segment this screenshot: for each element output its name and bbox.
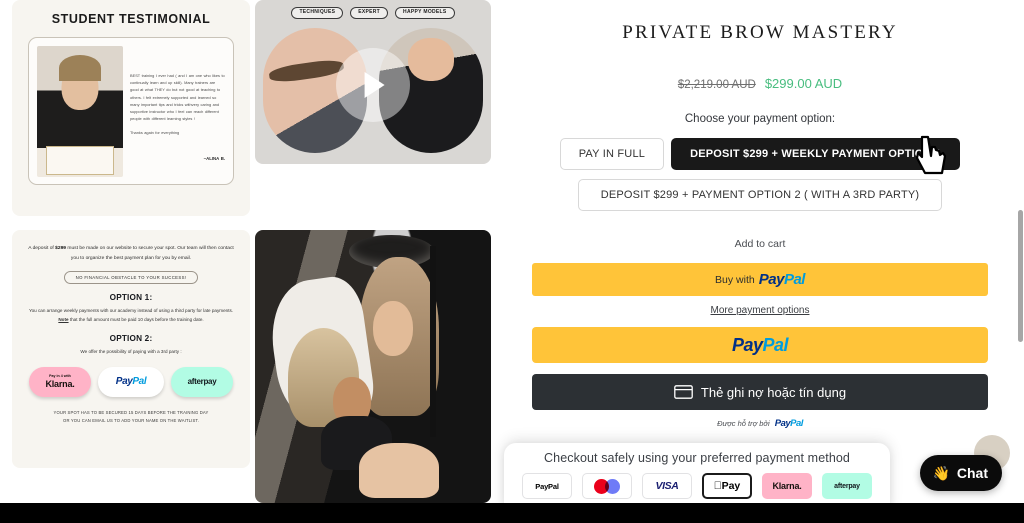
deposit-info-card: A deposit of $299 must be made on our we…	[12, 230, 250, 468]
price-row: $2,219.00 AUD $299.00 AUD	[496, 76, 1024, 91]
paypal-checkout-button[interactable]: PayPal	[532, 327, 988, 363]
apple-pay-payment-icon: Pay	[702, 473, 752, 499]
page-root: STUDENT TESTIMONIAL BEST training I ever…	[0, 0, 1024, 523]
video-thumbnail-card[interactable]: TECHNIQUES EXPERT HAPPY MODELS	[255, 0, 491, 164]
paypal-pay-text: Pay	[115, 376, 133, 388]
deposit-footer: YOUR SPOT HAS TO BE SECURED 15 DAYS BEFO…	[26, 409, 236, 426]
payment-option-label: Choose your payment option:	[684, 113, 836, 125]
deposit-footer-line-1: YOUR SPOT HAS TO BE SECURED 15 DAYS BEFO…	[53, 409, 209, 415]
mastercard-icon	[594, 478, 620, 494]
klarna-icon-wordmark: Klarna.	[772, 481, 802, 491]
option2-title: OPTION 2:	[109, 334, 153, 344]
option1-body-b: that the full amount must be paid 10 day…	[68, 317, 204, 323]
certificate-frame	[45, 146, 115, 175]
klarna-wordmark: Klarna.	[45, 379, 75, 390]
option1-body: You can arrange weekly payments with our…	[26, 307, 236, 325]
visa-payment-icon: VISA	[642, 473, 692, 499]
debit-credit-card-button[interactable]: Thẻ ghi nợ hoặc tín dụng	[532, 374, 988, 410]
buy-with-paypal-button[interactable]: Buy with PayPal	[532, 263, 988, 296]
paypal-logo: PayPal	[98, 366, 164, 397]
page-title: PRIVATE BROW MASTERY	[622, 22, 898, 43]
paypal-logo-large: PayPal	[731, 334, 789, 356]
waving-hand-icon: 👋	[932, 465, 950, 481]
apple-pay-icon-wordmark: Pay	[714, 480, 741, 492]
testimonial-thanks: Thanks again for everything	[130, 130, 180, 136]
apple-pay-label: Pay	[717, 480, 741, 492]
paypal-pal-text-small: Pal	[790, 418, 803, 429]
afterpay-logo: afterpay	[171, 366, 233, 397]
paypal-wordmark: PayPal	[115, 376, 147, 388]
trainer-face	[373, 300, 414, 356]
video-tag-list: TECHNIQUES EXPERT HAPPY MODELS	[255, 7, 491, 19]
option1-title: OPTION 1:	[109, 293, 153, 303]
afterpay-payment-icon: afterpay	[822, 473, 872, 499]
paypal-pay-text: Pay	[758, 271, 785, 288]
client-face	[358, 442, 440, 498]
paypal-pay-text-small: Pay	[774, 418, 791, 429]
video-tag-expert: EXPERT	[350, 7, 389, 19]
paypal-pal-text-large: Pal	[762, 334, 789, 355]
student-testimonial-card: STUDENT TESTIMONIAL BEST training I ever…	[12, 0, 250, 216]
deposit-amount: $299	[55, 246, 67, 251]
deposit-intro: A deposit of $299 must be made on our we…	[26, 244, 236, 263]
buy-with-label: Buy with	[715, 273, 755, 286]
deposit-weekly-option-1-button[interactable]: DEPOSIT $299 + WEEKLY PAYMENT OPTION 1	[671, 138, 961, 170]
mastercard-payment-icon	[582, 473, 632, 499]
payment-methods-row: PayPal VISA Pay Klarna. afterpay	[504, 473, 890, 499]
deposit-option-2-third-party-button[interactable]: DEPOSIT $299 + PAYMENT OPTION 2 ( WITH A…	[577, 179, 943, 211]
no-financial-obstacle-pill: NO FINANCIAL OBSTACLE TO YOUR SUCCESS!	[63, 271, 199, 285]
paypal-pal-text: Pal	[132, 376, 147, 388]
training-session-photo	[255, 230, 491, 503]
paypal-pal-text: Pal	[783, 271, 806, 288]
afterpay-icon-wordmark: afterpay	[834, 482, 860, 490]
paypal-icon-wordmark: PayPal	[535, 481, 559, 491]
paypal-logo-small: PayPal	[774, 418, 804, 429]
paypal-pay-text-large: Pay	[731, 334, 763, 355]
credit-card-icon	[674, 385, 693, 399]
klarna-pay-in-4-label: Pay in 4 with	[49, 374, 71, 379]
play-icon[interactable]	[336, 48, 410, 123]
testimonial-student-photo	[37, 45, 123, 177]
pay-in-full-button[interactable]: PAY IN FULL	[559, 138, 665, 170]
chat-button[interactable]: 👋 Chat	[920, 455, 1002, 491]
option2-body: We offer the possibility of paying with …	[80, 349, 182, 355]
scrollbar-thumb[interactable]	[1018, 210, 1023, 342]
third-party-logos: Pay in 4 with Klarna. PayPal afterpay	[29, 366, 233, 397]
sale-price: $299.00 AUD	[764, 76, 843, 91]
video-tag-happy-models: HAPPY MODELS	[395, 7, 455, 19]
afterpay-wordmark: afterpay	[187, 377, 217, 387]
deposit-footer-line-2: OR YOU CAN EMAIL US TO ADD YOUR NAME ON …	[63, 418, 199, 424]
klarna-payment-icon: Klarna.	[762, 473, 812, 499]
payment-option-row-2: DEPOSIT $299 + PAYMENT OPTION 2 ( WITH A…	[496, 179, 1024, 211]
deposit-intro-b: must be made on our website to secure yo…	[66, 246, 234, 261]
testimonial-body: BEST training I ever had ( and I am one …	[130, 46, 225, 176]
klarna-logo: Pay in 4 with Klarna.	[29, 366, 91, 397]
add-to-cart-button[interactable]: Add to cart	[496, 238, 1024, 250]
payment-option-row-1: PAY IN FULL DEPOSIT $299 + WEEKLY PAYMEN…	[496, 138, 1024, 170]
option1-note: Note	[58, 317, 69, 323]
testimonial-inner-frame: BEST training I ever had ( and I am one …	[28, 36, 234, 185]
light-stand	[429, 246, 436, 438]
visa-icon-wordmark: VISA	[655, 480, 679, 492]
option1-body-a: You can arrange weekly payments with our…	[28, 308, 234, 314]
deposit-intro-a: A deposit of	[28, 246, 56, 251]
scrollbar-track[interactable]	[1017, 0, 1024, 503]
card-button-label: Thẻ ghi nợ hoặc tín dụng	[700, 384, 847, 400]
paypal-payment-icon: PayPal	[522, 473, 572, 499]
testimonial-author: ~ALINA B.	[203, 155, 225, 161]
powered-by-label: Được hỗ trợ bởi	[717, 419, 770, 428]
chat-button-label: Chat	[956, 465, 988, 481]
paypal-logo: PayPal	[758, 271, 806, 288]
checkout-safely-title: Checkout safely using your preferred pay…	[544, 451, 850, 465]
testimonial-quote: BEST training I ever had ( and I am one …	[130, 72, 225, 122]
video-tag-techniques: TECHNIQUES	[291, 7, 344, 19]
bottom-black-bar	[0, 503, 1024, 523]
testimonial-title: STUDENT TESTIMONIAL	[51, 12, 211, 26]
more-payment-options-link[interactable]: More payment options	[496, 305, 1024, 316]
powered-by-paypal: Được hỗ trợ bởi PayPal	[496, 418, 1024, 429]
original-price: $2,219.00 AUD	[677, 79, 756, 91]
